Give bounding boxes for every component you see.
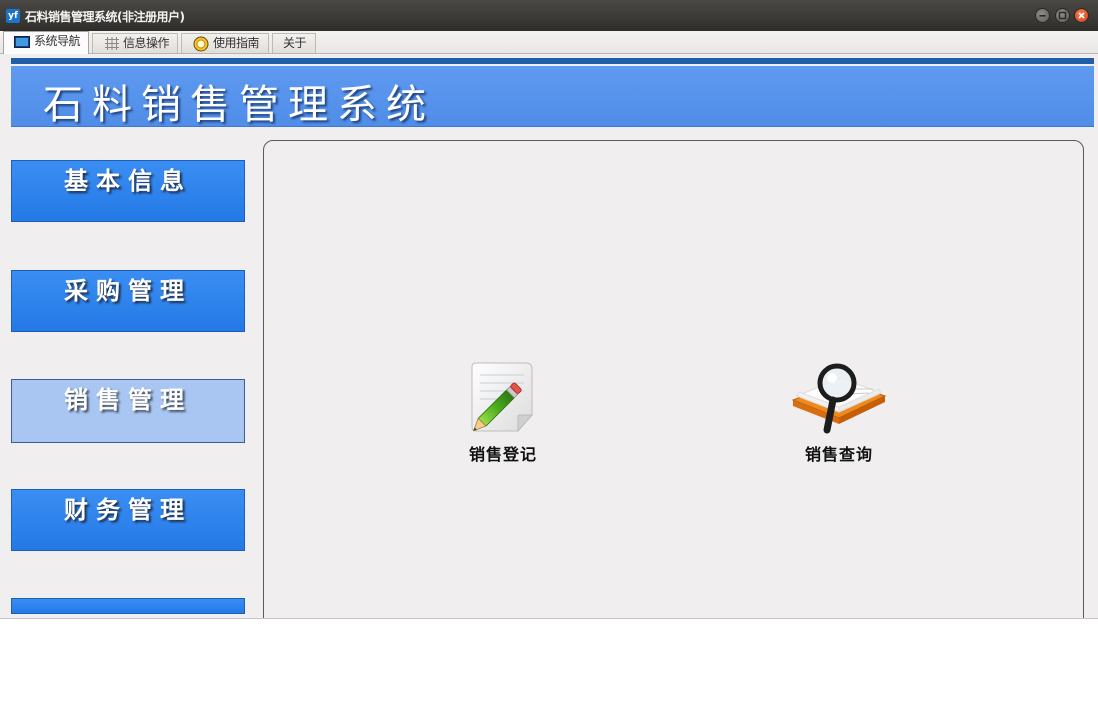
- sales-registration-action[interactable]: 销售登记: [433, 359, 573, 465]
- tab-information-operations[interactable]: 信息操作: [92, 33, 178, 53]
- pencil-notepad-icon: [471, 362, 534, 433]
- nav-purchase-management-button[interactable]: 采购管理: [11, 270, 245, 332]
- close-button[interactable]: [1074, 8, 1089, 23]
- system-title: 石料销售管理系统: [43, 82, 435, 128]
- app-logo-icon: yf: [6, 9, 20, 23]
- minimize-icon: [1039, 15, 1046, 17]
- nav-basic-info-button[interactable]: 基本信息: [11, 160, 245, 222]
- title-bar[interactable]: yf 石料销售管理系统(非注册用户): [0, 0, 1098, 31]
- sales-query-action[interactable]: 销售查询: [769, 356, 909, 465]
- banner-top-stripe: [11, 58, 1094, 64]
- close-icon: [1078, 12, 1085, 19]
- minimize-button[interactable]: [1035, 8, 1050, 23]
- header-banner: 石料销售管理系统: [11, 66, 1094, 128]
- tab-label: 使用指南: [213, 36, 260, 50]
- grid-icon: [105, 37, 119, 50]
- maximize-button[interactable]: [1055, 8, 1070, 23]
- tab-label: 关于: [283, 36, 307, 50]
- nav-more-button[interactable]: [11, 598, 245, 614]
- tab-user-guide[interactable]: 使用指南: [181, 33, 269, 53]
- action-label: 销售登记: [468, 445, 537, 464]
- tab-bar: 系统导航 信息操作 使用指南 关于: [0, 31, 1098, 54]
- content-panel: 销售登记 销售查询: [263, 140, 1084, 618]
- monitor-icon: [14, 35, 30, 48]
- tab-label: 系统导航: [34, 34, 81, 48]
- help-ring-icon: [193, 36, 209, 51]
- tab-system-navigation[interactable]: 系统导航: [3, 31, 89, 54]
- maximize-icon: [1058, 11, 1067, 20]
- application-window: yf 石料销售管理系统(非注册用户) 系统导航 信息操作 使用指南 关于 石料销…: [0, 0, 1098, 619]
- action-label: 销售查询: [804, 445, 873, 464]
- window-title: 石料销售管理系统(非注册用户): [25, 10, 185, 24]
- nav-finance-management-button[interactable]: 财务管理: [11, 489, 245, 551]
- magnifier-book-icon: [791, 363, 887, 434]
- tab-label: 信息操作: [123, 36, 170, 50]
- nav-sales-management-button[interactable]: 销售管理: [11, 379, 245, 443]
- tab-about[interactable]: 关于: [272, 33, 316, 53]
